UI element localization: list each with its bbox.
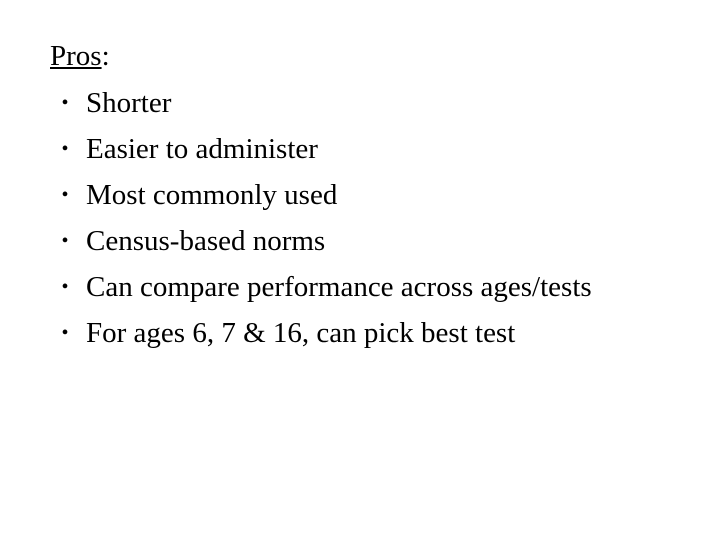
list-item: • Can compare performance across ages/te… [50, 264, 690, 310]
page-title-colon: : [101, 40, 110, 72]
bullet-icon: • [61, 184, 69, 206]
bullet-icon: • [61, 322, 69, 344]
bullet-icon: • [61, 230, 69, 252]
list-item-label: Can compare performance across ages/test… [86, 271, 592, 303]
bullet-icon: • [61, 276, 69, 298]
list-item-label: Shorter [86, 87, 172, 119]
list-item-label: For ages 6, 7 & 16, can pick best test [86, 317, 516, 349]
slide-content-placeholder: Pros: • Shorter • Easier to administer •… [50, 40, 690, 356]
list-item-label: Easier to administer [86, 133, 318, 165]
list-item-label: Census-based norms [86, 225, 326, 257]
page-title-word: Pros [50, 40, 102, 72]
list-item: • Most commonly used [50, 172, 690, 218]
list-item-label: Most commonly used [86, 179, 338, 211]
bullet-icon: • [61, 92, 69, 114]
bullet-list: • Shorter • Easier to administer • Most … [50, 80, 690, 356]
list-item: • For ages 6, 7 & 16, can pick best test [50, 310, 690, 356]
slide-canvas: Pros: • Shorter • Easier to administer •… [0, 0, 720, 540]
list-item: • Census-based norms [50, 218, 690, 264]
bullet-icon: • [61, 138, 69, 160]
list-item: • Shorter [50, 80, 690, 126]
page-title: Pros: [50, 40, 690, 73]
list-item: • Easier to administer [50, 126, 690, 172]
